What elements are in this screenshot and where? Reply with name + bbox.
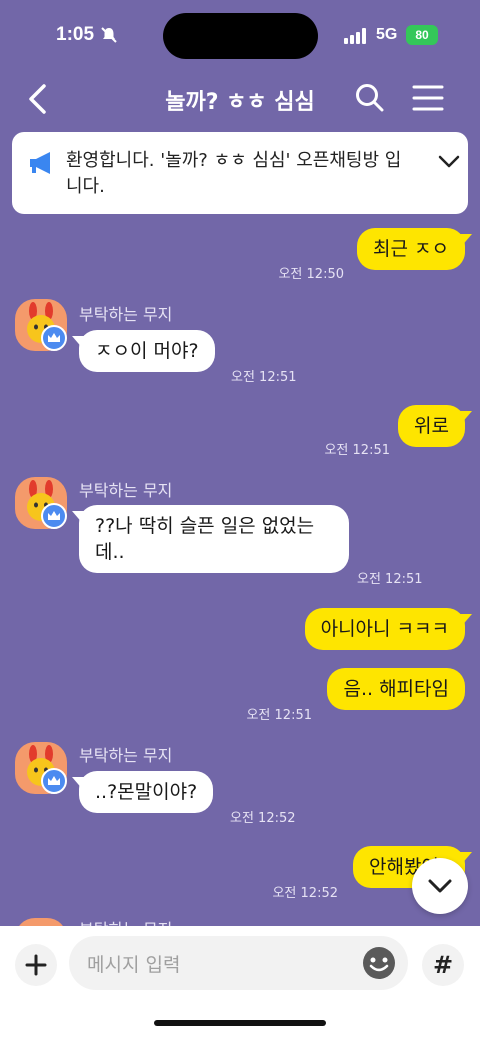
add-attachment-button[interactable]: [15, 944, 57, 986]
my-message[interactable]: 음.. 해피타임: [327, 668, 465, 710]
sender-name: 부탁하는 무지: [79, 481, 173, 500]
scroll-to-bottom-button[interactable]: [412, 858, 468, 914]
signal-icon: [344, 28, 366, 44]
message-time: 오전 12:51: [324, 443, 390, 458]
hash-icon: #: [432, 951, 454, 979]
my-message[interactable]: 최근 ㅈㅇ: [357, 228, 472, 270]
status-bar: 1:05 5G 80: [0, 0, 480, 70]
sender-name: 부탁하는 무지: [79, 305, 173, 324]
battery-indicator: 80: [406, 25, 438, 45]
message-input[interactable]: 메시지 입력: [69, 936, 408, 990]
menu-icon[interactable]: [412, 84, 444, 112]
crown-icon: [41, 768, 67, 794]
message-text: 최근 ㅈㅇ: [373, 238, 449, 260]
other-message[interactable]: ??나 딱히 슬픈 일은 없었는 데..: [72, 505, 349, 573]
notice-banner[interactable]: 환영합니다. '놀까? ㅎㅎ 심심' 오픈채팅방 입니다.: [12, 132, 468, 214]
bell-off-icon: [101, 27, 117, 43]
my-message[interactable]: 위로: [398, 405, 472, 447]
plus-icon: [25, 954, 47, 976]
avatar[interactable]: [15, 477, 67, 529]
avatar[interactable]: [15, 742, 67, 794]
search-icon[interactable]: [354, 82, 386, 114]
message-text-line: 데..: [95, 541, 125, 563]
message-input-placeholder: 메시지 입력: [87, 954, 181, 976]
chat-header: 놀까? ㅎㅎ 심심: [0, 70, 480, 126]
home-indicator: [154, 1020, 326, 1026]
other-message[interactable]: ㅈㅇ이 머야?: [72, 330, 215, 372]
chat-title: 놀까? ㅎㅎ 심심: [165, 90, 315, 115]
network-label: 5G: [376, 26, 398, 43]
message-text: 아니아니 ㅋㅋㅋ: [320, 618, 449, 640]
my-message[interactable]: 아니아니 ㅋㅋㅋ: [304, 608, 473, 650]
other-message[interactable]: ..?몬말이야?: [71, 771, 214, 813]
message-time: 오전 12:51: [231, 370, 297, 385]
crown-icon: [41, 325, 67, 351]
message-time: 오전 12:52: [230, 811, 296, 826]
message-time: 오전 12:50: [278, 267, 344, 282]
crown-icon: [41, 503, 67, 529]
sender-name: 부탁하는 무지: [79, 746, 173, 765]
chevron-down-icon: [428, 879, 452, 893]
hash-button[interactable]: #: [422, 944, 464, 986]
megaphone-icon: [30, 152, 50, 174]
message-text: 위로: [414, 415, 449, 437]
message-time: 오전 12:52: [272, 886, 338, 901]
dynamic-island: [163, 13, 318, 59]
message-text: ..?몬말이야?: [95, 781, 198, 803]
chevron-down-icon[interactable]: [437, 154, 461, 170]
notice-text: 환영합니다. '놀까? ㅎㅎ 심심' 오픈채팅방 입니다.: [66, 150, 402, 197]
message-text: 음.. 해피타임: [343, 678, 449, 700]
battery-level: 80: [415, 28, 429, 42]
message-text-line: ??나 딱히 슬픈 일은 없었는: [95, 515, 315, 537]
avatar[interactable]: [15, 299, 67, 351]
message-time: 오전 12:51: [246, 708, 312, 723]
message-time: 오전 12:51: [357, 572, 423, 587]
status-time: 1:05: [56, 24, 95, 45]
composer-bar: 메시지 입력 #: [0, 926, 480, 1040]
emoji-icon[interactable]: [361, 945, 397, 981]
message-text: ㅈㅇ이 머야?: [95, 340, 199, 362]
